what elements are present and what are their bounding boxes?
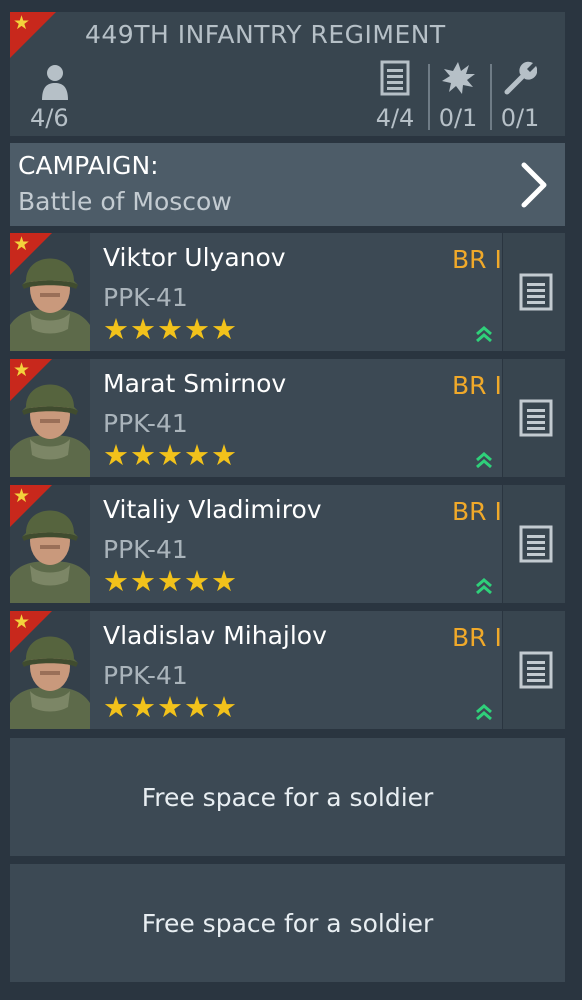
free-soldier-slot[interactable]: Free space for a soldier — [10, 738, 565, 856]
soldier-star-icon: ★ — [13, 611, 31, 633]
star-icon: ★ — [130, 690, 156, 724]
star-icon: ★ — [157, 564, 183, 598]
person-icon — [42, 65, 68, 100]
star-icon: ★ — [211, 312, 237, 346]
soldier-portrait: ★ — [10, 611, 90, 729]
star-icon: ★ — [184, 312, 210, 346]
soldier-card[interactable]: ★ Viktor Ulyanov PPK-41 BR I ★ ★ ★ ★ ★ — [10, 233, 565, 351]
soldier-stars: ★ ★ ★ ★ ★ — [103, 690, 237, 724]
soldier-stars: ★ ★ ★ ★ ★ — [103, 438, 237, 472]
soldier-name: Vladislav Mihajlov — [103, 621, 327, 650]
list-icon — [519, 651, 553, 689]
soldier-details-button[interactable] — [503, 611, 565, 729]
soldier-portrait: ★ — [10, 359, 90, 477]
soldier-name: Viktor Ulyanov — [103, 243, 286, 272]
soldier-weapon: PPK-41 — [103, 409, 188, 438]
soldier-main[interactable]: ★ Marat Smirnov PPK-41 BR I ★ ★ ★ ★ ★ — [10, 359, 502, 477]
star-icon: ★ — [184, 564, 210, 598]
explosion-icon — [442, 62, 475, 94]
soldier-details-button[interactable] — [503, 233, 565, 351]
list-icon — [519, 525, 553, 563]
star-icon: ★ — [103, 438, 129, 472]
stat-wrench[interactable]: 0/1 — [490, 60, 550, 136]
star-icon: ★ — [184, 690, 210, 724]
star-icon: ★ — [211, 690, 237, 724]
soldier-count: 4/6 — [30, 104, 69, 132]
wrench-icon — [504, 61, 537, 95]
star-icon: ★ — [130, 438, 156, 472]
soldier-card[interactable]: ★ Marat Smirnov PPK-41 BR I ★ ★ ★ ★ ★ — [10, 359, 565, 477]
rank-up-icon — [476, 578, 492, 595]
stat-wrench-value: 0/1 — [500, 104, 540, 132]
star-icon: ★ — [130, 564, 156, 598]
star-icon: ★ — [157, 312, 183, 346]
regiment-title: 449TH INFANTRY REGIMENT — [85, 20, 446, 49]
star-icon: ★ — [103, 564, 129, 598]
rank-up-icon — [476, 452, 492, 469]
soldier-card[interactable]: ★ Vladislav Mihajlov PPK-41 BR I ★ ★ ★ ★ ★ — [10, 611, 565, 729]
star-icon: ★ — [103, 690, 129, 724]
battle-rating: BR I — [452, 497, 502, 526]
rank-up-icon — [476, 326, 492, 343]
list-icon — [380, 60, 410, 96]
battle-rating: BR I — [452, 623, 502, 652]
soldier-star-icon: ★ — [13, 233, 31, 255]
star-icon: ★ — [211, 564, 237, 598]
soldier-star-icon: ★ — [13, 359, 31, 381]
chevron-right-icon[interactable] — [519, 161, 549, 209]
campaign-selector[interactable]: CAMPAIGN: Battle of Moscow — [10, 143, 565, 226]
free-slot-label: Free space for a soldier — [141, 782, 434, 812]
soldier-details-button[interactable] — [503, 485, 565, 603]
star-icon: ★ — [211, 438, 237, 472]
star-icon: ★ — [157, 690, 183, 724]
list-icon — [519, 273, 553, 311]
stat-explosion-value: 0/1 — [438, 104, 478, 132]
battle-rating: BR I — [452, 245, 502, 274]
star-icon: ★ — [184, 438, 210, 472]
soldier-main[interactable]: ★ Vladislav Mihajlov PPK-41 BR I ★ ★ ★ ★ ★ — [10, 611, 502, 729]
stat-explosion[interactable]: 0/1 — [428, 60, 488, 136]
stat-list[interactable]: 4/4 — [365, 60, 425, 136]
soldier-card[interactable]: ★ Vitaliy Vladimirov PPK-41 BR I ★ ★ ★ ★ ★ — [10, 485, 565, 603]
soldier-star-icon: ★ — [13, 485, 31, 507]
regiment-star-icon: ★ — [13, 12, 31, 34]
soldier-main[interactable]: ★ Viktor Ulyanov PPK-41 BR I ★ ★ ★ ★ ★ — [10, 233, 502, 351]
soldier-name: Marat Smirnov — [103, 369, 287, 398]
campaign-name: Battle of Moscow — [18, 187, 232, 216]
soldier-name: Vitaliy Vladimirov — [103, 495, 322, 524]
star-icon: ★ — [130, 312, 156, 346]
soldier-weapon: PPK-41 — [103, 661, 188, 690]
soldier-portrait: ★ — [10, 233, 90, 351]
free-soldier-slot[interactable]: Free space for a soldier — [10, 864, 565, 982]
rank-up-icon — [476, 704, 492, 721]
soldier-portrait: ★ — [10, 485, 90, 603]
soldier-weapon: PPK-41 — [103, 535, 188, 564]
list-icon — [519, 399, 553, 437]
star-icon: ★ — [103, 312, 129, 346]
soldier-main[interactable]: ★ Vitaliy Vladimirov PPK-41 BR I ★ ★ ★ ★ ★ — [10, 485, 502, 603]
soldier-weapon: PPK-41 — [103, 283, 188, 312]
battle-rating: BR I — [452, 371, 502, 400]
star-icon: ★ — [157, 438, 183, 472]
free-slot-label: Free space for a soldier — [141, 908, 434, 938]
soldier-details-button[interactable] — [503, 359, 565, 477]
campaign-label: CAMPAIGN: — [18, 151, 159, 180]
stat-list-value: 4/4 — [375, 104, 415, 132]
regiment-header: ★ 449TH INFANTRY REGIMENT 4/6 4/4 0/1 0/… — [10, 12, 565, 136]
soldier-stars: ★ ★ ★ ★ ★ — [103, 312, 237, 346]
soldier-stars: ★ ★ ★ ★ ★ — [103, 564, 237, 598]
